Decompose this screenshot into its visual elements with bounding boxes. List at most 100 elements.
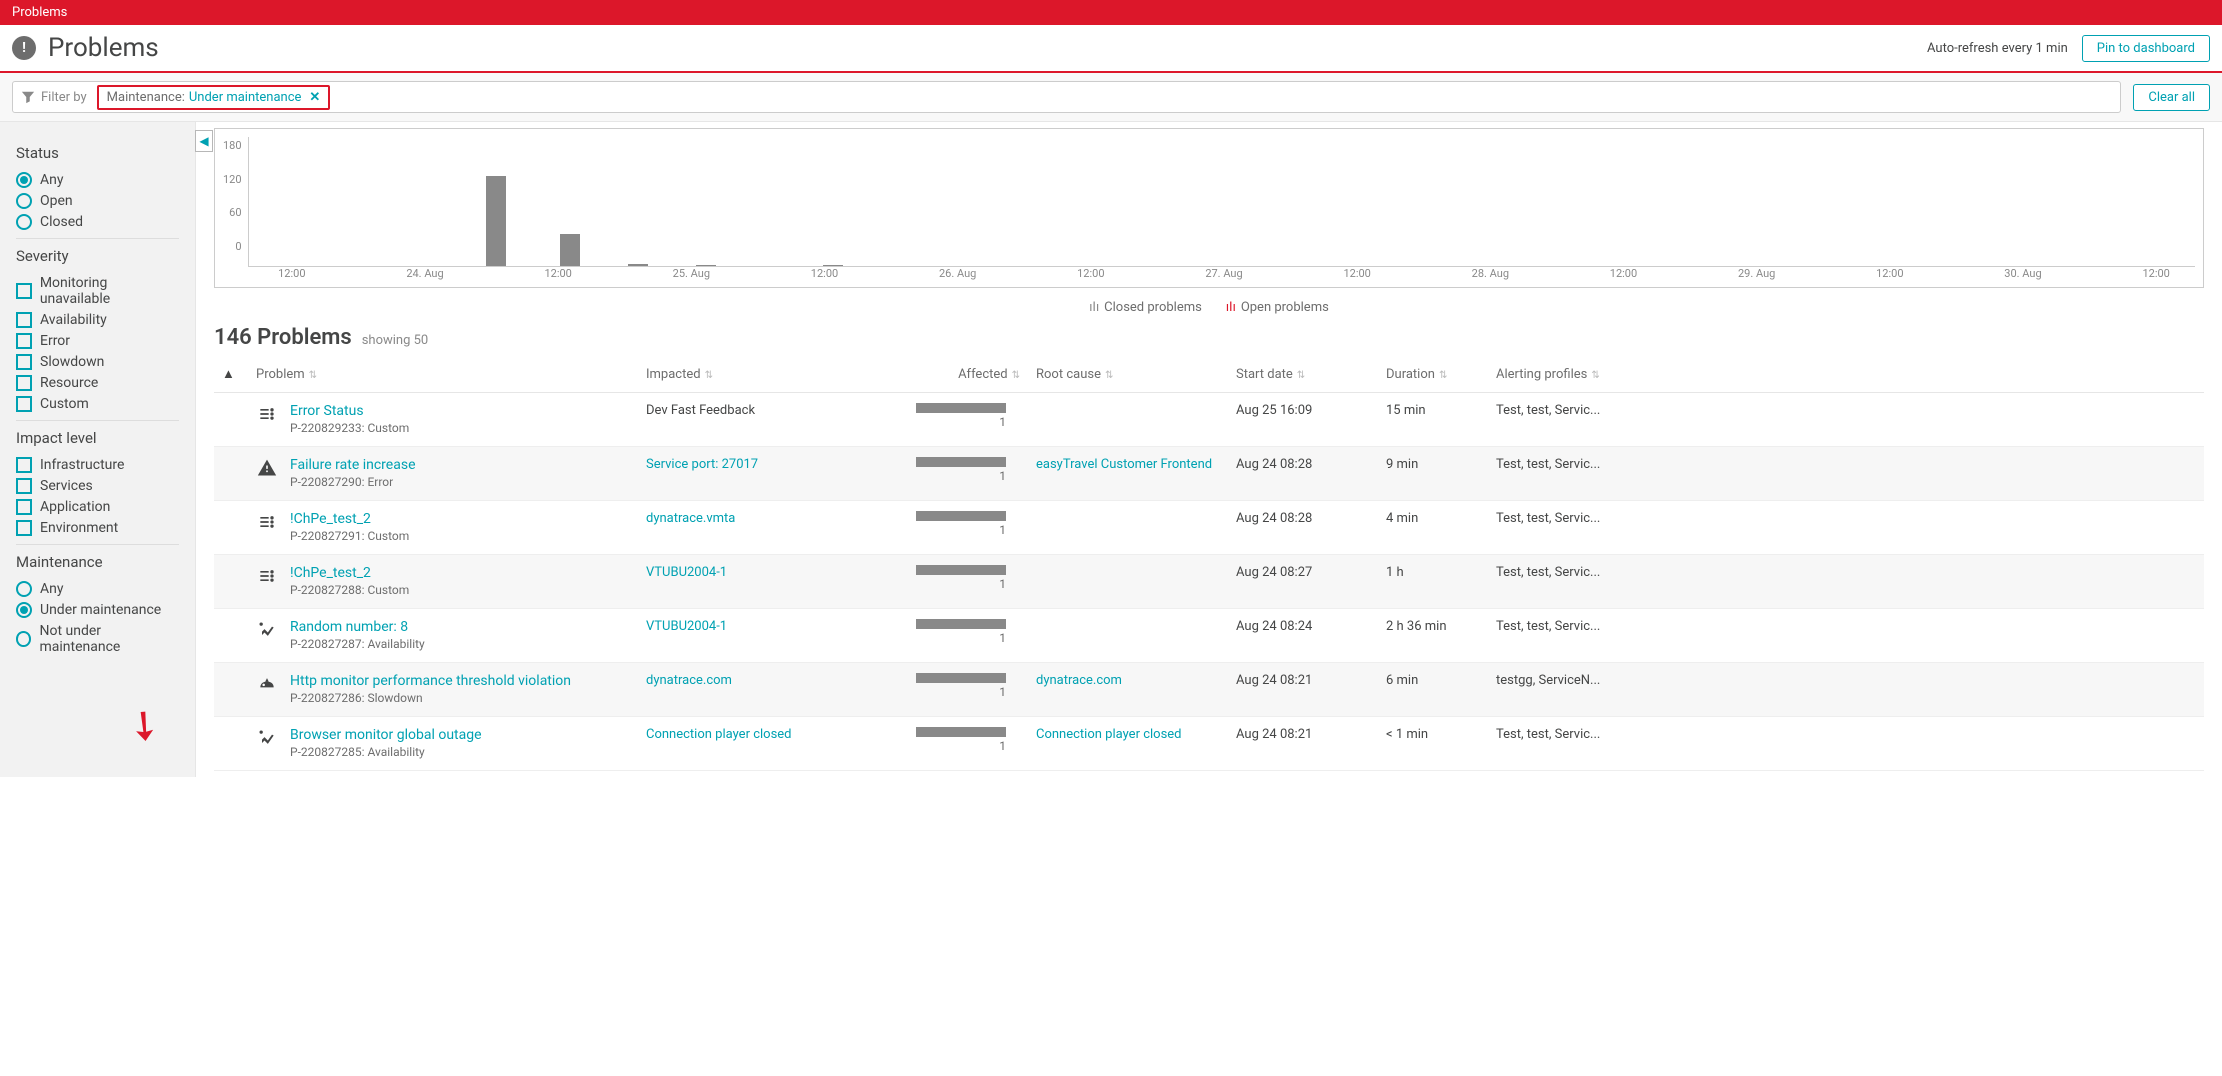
root-cause-cell: dynatrace.com bbox=[1028, 663, 1228, 717]
column-header[interactable]: Duration⇅ bbox=[1378, 356, 1488, 393]
impacted-link[interactable]: dynatrace.vmta bbox=[646, 511, 735, 526]
problem-title-link[interactable]: Random number: 8 bbox=[290, 619, 425, 635]
problem-title-link[interactable]: Error Status bbox=[290, 403, 409, 419]
pin-to-dashboard-button[interactable]: Pin to dashboard bbox=[2082, 35, 2210, 62]
duration-cell: 4 min bbox=[1378, 501, 1488, 555]
option-label: Any bbox=[40, 172, 64, 188]
row-blank bbox=[214, 609, 248, 663]
problem-cell: Error Status P-220829233: Custom bbox=[248, 393, 638, 447]
row-blank bbox=[214, 663, 248, 717]
severity-option[interactable]: Availability bbox=[16, 312, 179, 328]
root-cause-cell bbox=[1028, 555, 1228, 609]
affected-bar bbox=[916, 403, 1006, 413]
affected-bar bbox=[916, 457, 1006, 467]
severity-option[interactable]: Resource bbox=[16, 375, 179, 391]
profiles-cell: Test, test, Servic... bbox=[1488, 609, 2204, 663]
table-row[interactable]: Random number: 8P-220827287: Availabilit… bbox=[214, 609, 2204, 663]
radio-icon bbox=[16, 581, 32, 597]
problems-count: 146 Problems showing 50 bbox=[214, 325, 2204, 350]
maintenance-option[interactable]: Not under maintenance bbox=[16, 623, 179, 655]
checkbox-icon bbox=[16, 333, 32, 349]
checkbox-icon bbox=[16, 520, 32, 536]
column-header[interactable]: Alerting profiles⇅ bbox=[1488, 356, 2204, 393]
root-cause-link[interactable]: Connection player closed bbox=[1036, 727, 1182, 742]
impact-option[interactable]: Services bbox=[16, 478, 179, 494]
problem-title-link[interactable]: Http monitor performance threshold viola… bbox=[290, 673, 571, 689]
column-header[interactable]: Start date⇅ bbox=[1228, 356, 1378, 393]
profiles-cell: Test, test, Servic... bbox=[1488, 393, 2204, 447]
problem-sub: P-220827290: Error bbox=[290, 475, 393, 489]
root-cause-cell bbox=[1028, 393, 1228, 447]
status-option[interactable]: Open bbox=[16, 193, 179, 209]
filter-label: Filter by bbox=[41, 90, 87, 105]
column-header[interactable]: Affected⇅ bbox=[908, 356, 1028, 393]
avail-icon bbox=[256, 727, 278, 749]
top-banner: Problems bbox=[0, 0, 2222, 25]
root-cause-link[interactable]: easyTravel Customer Frontend bbox=[1036, 457, 1212, 472]
table-row[interactable]: Browser monitor global outageP-220827285… bbox=[214, 717, 2204, 771]
affected-bar bbox=[916, 727, 1006, 737]
problem-sub: P-220829233: Custom bbox=[290, 421, 409, 435]
problem-title-link[interactable]: !ChPe_test_2 bbox=[290, 565, 409, 581]
affected-bar bbox=[916, 673, 1006, 683]
severity-option[interactable]: Slowdown bbox=[16, 354, 179, 370]
problem-title-link[interactable]: Failure rate increase bbox=[290, 457, 416, 473]
chart-bar[interactable] bbox=[560, 234, 580, 266]
problem-title-link[interactable]: Browser monitor global outage bbox=[290, 727, 482, 743]
problem-cell: !ChPe_test_2P-220827291: Custom bbox=[248, 501, 638, 555]
avail-icon bbox=[256, 619, 278, 641]
root-cause-link[interactable]: dynatrace.com bbox=[1036, 673, 1122, 688]
start-date-cell: Aug 24 08:28 bbox=[1228, 501, 1378, 555]
filter-bar: Filter by Maintenance: Under maintenance… bbox=[0, 73, 2222, 122]
table-row[interactable]: !ChPe_test_2P-220827291: Custom dynatrace… bbox=[214, 501, 2204, 555]
severity-option[interactable]: Error bbox=[16, 333, 179, 349]
custom-icon bbox=[256, 511, 278, 533]
impact-option[interactable]: Environment bbox=[16, 520, 179, 536]
clear-all-button[interactable]: Clear all bbox=[2133, 84, 2210, 111]
checkbox-icon bbox=[16, 354, 32, 370]
table-row[interactable]: Failure rate increase P-220827290: Error S… bbox=[214, 447, 2204, 501]
custom-icon bbox=[256, 565, 278, 587]
chart-bar[interactable] bbox=[628, 264, 648, 266]
column-header[interactable]: Problem⇅ bbox=[248, 356, 638, 393]
impacted-link[interactable]: dynatrace.com bbox=[646, 673, 732, 688]
impacted-link[interactable]: VTUBU2004-1 bbox=[646, 565, 727, 580]
column-header[interactable]: ▲ bbox=[214, 356, 248, 393]
chart-bar[interactable] bbox=[486, 176, 506, 266]
problem-cell: Http monitor performance threshold viola… bbox=[248, 663, 638, 717]
filter-chip-remove-icon[interactable]: ✕ bbox=[309, 90, 320, 105]
status-option[interactable]: Any bbox=[16, 172, 179, 188]
column-header[interactable]: Impacted⇅ bbox=[638, 356, 908, 393]
column-header[interactable]: Root cause⇅ bbox=[1028, 356, 1228, 393]
duration-cell: 6 min bbox=[1378, 663, 1488, 717]
option-label: Under maintenance bbox=[40, 602, 161, 618]
auto-refresh-label: Auto-refresh every 1 min bbox=[1927, 41, 2068, 56]
impacted-link[interactable]: Service port: 27017 bbox=[646, 457, 758, 472]
option-label: Open bbox=[40, 193, 73, 209]
radio-icon bbox=[16, 602, 32, 618]
filter-input[interactable]: Filter by Maintenance: Under maintenance… bbox=[12, 81, 2121, 113]
impact-option[interactable]: Application bbox=[16, 499, 179, 515]
maintenance-option[interactable]: Under maintenance bbox=[16, 602, 179, 618]
maintenance-option[interactable]: Any bbox=[16, 581, 179, 597]
impact-option[interactable]: Infrastructure bbox=[16, 457, 179, 473]
start-date-cell: Aug 24 08:28 bbox=[1228, 447, 1378, 501]
severity-option[interactable]: Custom bbox=[16, 396, 179, 412]
table-row[interactable]: Error StatusP-220829233: CustomDev Fast … bbox=[214, 393, 2204, 447]
impacted-link[interactable]: VTUBU2004-1 bbox=[646, 619, 727, 634]
chart-bar[interactable] bbox=[823, 265, 843, 266]
collapse-sidebar-button[interactable]: ◀ bbox=[195, 130, 213, 152]
problem-title-link[interactable]: !ChPe_test_2 bbox=[290, 511, 409, 527]
root-cause-cell bbox=[1028, 609, 1228, 663]
chart-bar[interactable] bbox=[696, 265, 716, 266]
row-blank bbox=[214, 717, 248, 771]
filter-chip-maintenance[interactable]: Maintenance: Under maintenance ✕ bbox=[97, 85, 331, 110]
table-row[interactable]: Http monitor performance threshold viola… bbox=[214, 663, 2204, 717]
option-label: Not under maintenance bbox=[39, 623, 179, 655]
table-row[interactable]: !ChPe_test_2P-220827288: CustomVTUBU2004… bbox=[214, 555, 2204, 609]
status-option[interactable]: Closed bbox=[16, 214, 179, 230]
impacted-link[interactable]: Connection player closed bbox=[646, 727, 792, 742]
chart-plot-area[interactable] bbox=[248, 137, 2195, 267]
severity-option[interactable]: Monitoring unavailable bbox=[16, 275, 179, 307]
sidebar: ◀ Status AnyOpenClosed Severity Monitori… bbox=[0, 122, 196, 777]
